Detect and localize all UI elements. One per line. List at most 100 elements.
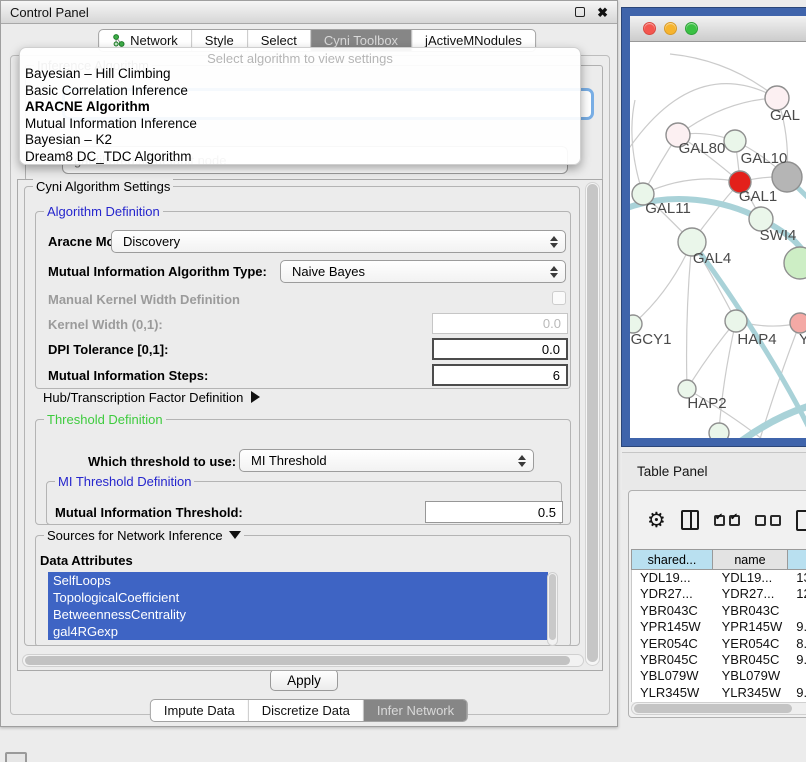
mi-steps-field[interactable]: 6 — [432, 364, 568, 386]
settings-horizontal-scrollbar[interactable] — [22, 654, 584, 667]
table-row[interactable]: YDR27...YDR27...12 — [632, 586, 806, 602]
scrollbar-thumb[interactable] — [634, 704, 792, 713]
attributes-scrollbar[interactable] — [547, 572, 558, 646]
algorithm-definition-title: Algorithm Definition — [44, 204, 163, 219]
gear-icon[interactable]: ⚙ — [647, 510, 666, 531]
which-threshold-label: Which threshold to use: — [88, 454, 236, 469]
apply-button[interactable]: Apply — [270, 669, 338, 691]
table-cell: YBL079W — [632, 668, 714, 684]
dpi-tolerance-field[interactable]: 0.0 — [432, 338, 568, 360]
table-cell: YPR145W — [632, 619, 714, 635]
network-edge[interactable] — [632, 100, 643, 194]
network-edge[interactable] — [719, 321, 736, 433]
attribute-item[interactable]: gal4RGexp — [48, 623, 548, 640]
apply-button-label: Apply — [287, 673, 321, 688]
network-edge-highlighted[interactable] — [740, 403, 806, 438]
mi-type-label: Mutual Information Algorithm Type: — [48, 264, 267, 279]
attribute-item[interactable]: SelfLoops — [48, 572, 548, 589]
network-edge[interactable] — [643, 179, 740, 194]
data-attributes-label: Data Attributes — [40, 553, 133, 568]
table-panel-header: Table Panel — [622, 452, 806, 490]
algorithm-option[interactable]: ARACNE Algorithm — [20, 99, 580, 116]
node-label: GAL — [770, 107, 800, 124]
kernel-width-field[interactable]: 0.0 — [432, 313, 568, 334]
table-row[interactable]: YBR043CYBR043C — [632, 603, 806, 619]
column-header[interactable]: A — [788, 549, 806, 570]
hub-definition-toggle[interactable]: Hub/Transcription Factor Definition — [43, 390, 260, 405]
table-cell: 13 — [788, 570, 806, 586]
table-cell: YDL19... — [714, 570, 789, 586]
deselect-all-columns-icon[interactable] — [755, 515, 781, 526]
control-panel-title: Control Panel — [10, 5, 575, 20]
bottom-tab-bar: Impute DataDiscretize DataInfer Network — [150, 699, 468, 722]
network-edge[interactable] — [687, 242, 692, 389]
table-header-row: shared...nameA — [631, 549, 806, 570]
algorithm-option[interactable]: Dream8 DC_TDC Algorithm — [20, 149, 580, 166]
export-table-icon[interactable] — [796, 510, 806, 531]
manual-kernel-checkbox[interactable] — [552, 291, 566, 305]
network-view-window[interactable]: GALGAL80GAL10GAL1GAL11GAL4SWI4GCY1HAP4YH… — [622, 8, 806, 446]
node-label: HAP2 — [687, 395, 726, 412]
tab-impute-data[interactable]: Impute Data — [151, 700, 249, 721]
columns-icon[interactable] — [681, 510, 699, 530]
close-traffic-light-icon[interactable] — [643, 22, 656, 35]
table-cell: YBR043C — [714, 603, 789, 619]
close-icon[interactable]: ✖ — [597, 6, 608, 19]
table-toolbar: ⚙ — [629, 491, 806, 549]
table-row[interactable]: YPR145WYPR145W9. — [632, 619, 806, 635]
table-row[interactable]: YDL19...YDL19...13 — [632, 570, 806, 586]
attribute-item[interactable]: BetweennessCentrality — [48, 606, 548, 623]
scrollbar-thumb[interactable] — [25, 656, 570, 665]
network-node[interactable] — [709, 423, 729, 438]
select-all-columns-icon[interactable] — [714, 515, 740, 526]
table-cell: YLR345W — [632, 685, 714, 701]
table-row[interactable]: YBR045CYBR045C9. — [632, 652, 806, 668]
panel-resize-chip[interactable] — [5, 752, 27, 762]
column-header[interactable]: shared... — [631, 549, 713, 570]
dpi-tolerance-value: 0.0 — [542, 342, 560, 357]
tab-label: jActiveMNodules — [425, 33, 522, 48]
tab-infer-network[interactable]: Infer Network — [364, 700, 467, 721]
network-node[interactable] — [784, 247, 806, 279]
mi-type-select[interactable]: Naive Bayes — [280, 260, 566, 283]
scrollbar-thumb[interactable] — [549, 574, 556, 640]
mi-threshold-field[interactable]: 0.5 — [425, 501, 563, 523]
network-node[interactable] — [790, 313, 806, 333]
column-header[interactable]: name — [713, 549, 788, 570]
algorithm-option[interactable]: Bayesian – Hill Climbing — [20, 66, 580, 83]
settings-vertical-scrollbar[interactable] — [585, 182, 600, 666]
network-edge[interactable] — [670, 54, 777, 98]
float-window-icon[interactable] — [575, 7, 585, 17]
network-edge[interactable] — [678, 98, 777, 135]
network-canvas[interactable]: GALGAL80GAL10GAL1GAL11GAL4SWI4GCY1HAP4YH… — [630, 42, 806, 438]
sources-group: Sources for Network Inference Data Attri… — [35, 535, 571, 647]
cyni-algorithm-settings-group: Cyni Algorithm Settings Algorithm Defini… — [24, 186, 580, 646]
mi-threshold-definition-title: MI Threshold Definition — [55, 474, 194, 489]
sources-title: Sources for Network Inference — [47, 528, 223, 543]
network-node[interactable] — [725, 310, 747, 332]
table-row[interactable]: YER054CYER054C8. — [632, 636, 806, 652]
cyni-algorithm-settings-title: Cyni Algorithm Settings — [33, 179, 173, 194]
node-label: GAL10 — [741, 150, 788, 167]
network-edge[interactable] — [633, 242, 692, 324]
table-cell: YDR27... — [714, 586, 789, 602]
zoom-traffic-light-icon[interactable] — [685, 22, 698, 35]
attribute-item[interactable]: TopologicalCoefficient — [48, 589, 548, 606]
table-horizontal-scrollbar[interactable] — [631, 702, 806, 715]
minimize-traffic-light-icon[interactable] — [664, 22, 677, 35]
manual-kernel-label: Manual Kernel Width Definition — [48, 292, 240, 307]
table-cell: 9. — [788, 619, 806, 635]
scrollbar-thumb[interactable] — [587, 184, 598, 662]
table-row[interactable]: YBL079WYBL079W — [632, 668, 806, 684]
which-threshold-select[interactable]: MI Threshold — [239, 449, 534, 472]
node-label: GAL1 — [739, 188, 777, 205]
table-cell: YBR043C — [632, 603, 714, 619]
algorithm-option[interactable]: Basic Correlation Inference — [20, 83, 580, 100]
network-node[interactable] — [724, 130, 746, 152]
tab-discretize-data[interactable]: Discretize Data — [249, 700, 364, 721]
sources-toggle[interactable]: Sources for Network Inference — [44, 528, 244, 543]
algorithm-option[interactable]: Bayesian – K2 — [20, 132, 580, 149]
table-row[interactable]: YLR345WYLR345W9. — [632, 685, 806, 701]
aracne-mode-select[interactable]: Discovery — [111, 230, 566, 253]
algorithm-option[interactable]: Mutual Information Inference — [20, 116, 580, 133]
